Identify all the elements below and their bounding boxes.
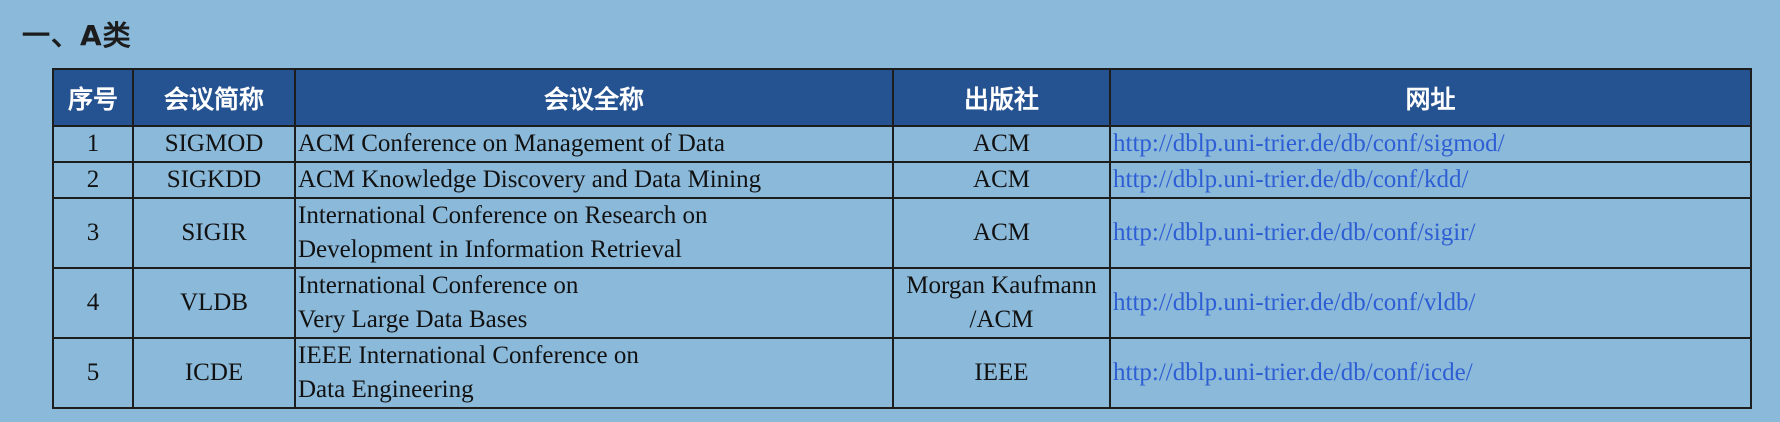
- cell-abbr: SIGMOD: [132, 125, 296, 163]
- cell-full-name: International Conference on Research on …: [294, 197, 894, 269]
- cell-publisher: Morgan Kaufmann /ACM: [892, 267, 1111, 339]
- publisher-line: ACM: [973, 166, 1030, 193]
- url-link[interactable]: http://dblp.uni-trier.de/db/conf/icde/: [1113, 359, 1473, 386]
- url-link[interactable]: http://dblp.uni-trier.de/db/conf/sigir/: [1113, 219, 1475, 246]
- url-link[interactable]: http://dblp.uni-trier.de/db/conf/vldb/: [1113, 289, 1475, 316]
- full-name-line: ACM Conference on Management of Data: [298, 130, 725, 157]
- full-name-line: International Conference on: [298, 272, 579, 299]
- cell-abbr: SIGKDD: [132, 161, 296, 199]
- table-row: 4 VLDB International Conference on Very …: [52, 267, 1752, 339]
- publisher-line: ACM: [973, 130, 1030, 157]
- url-link[interactable]: http://dblp.uni-trier.de/db/conf/sigmod/: [1113, 130, 1505, 157]
- table-row: 2 SIGKDD ACM Knowledge Discovery and Dat…: [52, 161, 1752, 199]
- cell-url: http://dblp.uni-trier.de/db/conf/sigmod/: [1109, 125, 1752, 163]
- publisher-line: Morgan Kaufmann: [906, 272, 1097, 299]
- cell-full-name: International Conference on Very Large D…: [294, 267, 894, 339]
- cell-publisher: ACM: [892, 125, 1111, 163]
- cell-num: 2: [52, 161, 134, 199]
- conference-table: 序号 会议简称 会议全称 出版社 网址 1 SIGMOD ACM Confere…: [52, 68, 1752, 409]
- cell-url: http://dblp.uni-trier.de/db/conf/sigir/: [1109, 197, 1752, 269]
- header-url: 网址: [1109, 68, 1752, 127]
- full-name-line: IEEE International Conference on: [298, 342, 639, 369]
- section-title: 一、A类: [22, 19, 132, 52]
- cell-url: http://dblp.uni-trier.de/db/conf/kdd/: [1109, 161, 1752, 199]
- full-name-line: Very Large Data Bases: [298, 306, 528, 333]
- full-name-line: International Conference on Research on: [298, 202, 708, 229]
- cell-publisher: ACM: [892, 197, 1111, 269]
- cell-publisher: IEEE: [892, 337, 1111, 409]
- table-row: 3 SIGIR International Conference on Rese…: [52, 197, 1752, 269]
- header-publisher: 出版社: [892, 68, 1111, 127]
- cell-full-name: IEEE International Conference on Data En…: [294, 337, 894, 409]
- header-full-name: 会议全称: [294, 68, 894, 127]
- url-link[interactable]: http://dblp.uni-trier.de/db/conf/kdd/: [1113, 166, 1469, 193]
- cell-publisher: ACM: [892, 161, 1111, 199]
- cell-num: 4: [52, 267, 134, 339]
- table-row: 1 SIGMOD ACM Conference on Management of…: [52, 125, 1752, 163]
- table-header-row: 序号 会议简称 会议全称 出版社 网址: [52, 68, 1752, 127]
- cell-num: 1: [52, 125, 134, 163]
- header-num: 序号: [52, 68, 134, 127]
- full-name-line: Data Engineering: [298, 376, 474, 403]
- cell-url: http://dblp.uni-trier.de/db/conf/vldb/: [1109, 267, 1752, 339]
- cell-abbr: ICDE: [132, 337, 296, 409]
- cell-abbr: VLDB: [132, 267, 296, 339]
- cell-abbr: SIGIR: [132, 197, 296, 269]
- cell-full-name: ACM Conference on Management of Data: [294, 125, 894, 163]
- header-abbr: 会议简称: [132, 68, 296, 127]
- publisher-line: /ACM: [969, 306, 1034, 333]
- cell-full-name: ACM Knowledge Discovery and Data Mining: [294, 161, 894, 199]
- publisher-line: IEEE: [974, 359, 1029, 386]
- table-row: 5 ICDE IEEE International Conference on …: [52, 337, 1752, 409]
- publisher-line: ACM: [973, 219, 1030, 246]
- cell-num: 3: [52, 197, 134, 269]
- cell-url: http://dblp.uni-trier.de/db/conf/icde/: [1109, 337, 1752, 409]
- full-name-line: Development in Information Retrieval: [298, 236, 682, 263]
- full-name-line: ACM Knowledge Discovery and Data Mining: [298, 166, 762, 193]
- cell-num: 5: [52, 337, 134, 409]
